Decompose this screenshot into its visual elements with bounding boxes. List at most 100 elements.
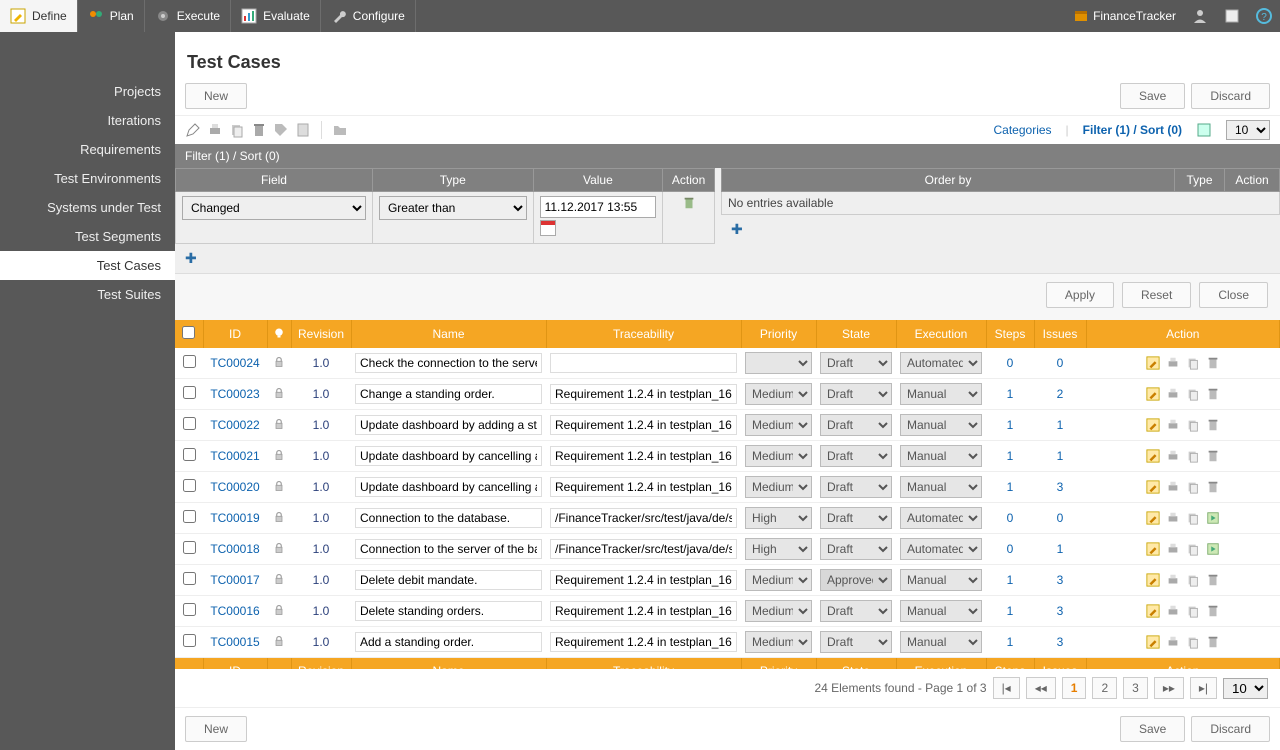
traceability-input[interactable] <box>550 601 737 621</box>
sidebar-item-test-cases[interactable]: Test Cases <box>0 251 175 280</box>
save-button[interactable]: Save <box>1120 83 1185 109</box>
row-checkbox[interactable] <box>183 603 196 616</box>
state-select[interactable]: Approved <box>820 569 892 591</box>
testcase-id-link[interactable]: TC00016 <box>210 604 259 618</box>
steps-count[interactable]: 1 <box>1007 449 1014 463</box>
row-copy-icon[interactable] <box>1185 417 1201 433</box>
row-copy-icon[interactable] <box>1185 541 1201 557</box>
row-print-icon[interactable] <box>1165 603 1181 619</box>
pager-prev[interactable]: ◂◂ <box>1026 677 1056 699</box>
tab-plan[interactable]: Plan <box>78 0 145 32</box>
row-print-icon[interactable] <box>1165 386 1181 402</box>
steps-count[interactable]: 0 <box>1007 511 1014 525</box>
issues-count[interactable]: 3 <box>1057 573 1064 587</box>
priority-select[interactable]: High <box>745 507 812 529</box>
export-icon[interactable] <box>1196 122 1212 138</box>
name-input[interactable] <box>355 415 542 435</box>
issues-count[interactable]: 1 <box>1057 418 1064 432</box>
steps-count[interactable]: 1 <box>1007 604 1014 618</box>
execution-select[interactable]: Manual <box>900 569 982 591</box>
row-checkbox[interactable] <box>183 479 196 492</box>
traceability-input[interactable] <box>550 446 737 466</box>
priority-select[interactable]: Medium <box>745 445 812 467</box>
priority-select[interactable]: Medium <box>745 476 812 498</box>
pager-last[interactable]: ▸| <box>1190 677 1217 699</box>
state-select[interactable]: Draft <box>820 414 892 436</box>
row-last-action-icon[interactable] <box>1205 417 1221 433</box>
row-last-action-icon[interactable] <box>1205 510 1221 526</box>
pager-page-2[interactable]: 2 <box>1092 677 1117 699</box>
row-edit-icon[interactable] <box>1145 572 1161 588</box>
help-icon-btn[interactable]: ? <box>1248 0 1280 32</box>
user-icon[interactable] <box>1184 0 1216 32</box>
issues-count[interactable]: 2 <box>1057 387 1064 401</box>
filter-field-select[interactable]: Changed <box>182 196 366 220</box>
row-checkbox[interactable] <box>183 510 196 523</box>
steps-count[interactable]: 1 <box>1007 387 1014 401</box>
row-checkbox[interactable] <box>183 386 196 399</box>
testcase-id-link[interactable]: TC00017 <box>210 573 259 587</box>
tab-define[interactable]: Define <box>0 0 78 32</box>
state-select[interactable]: Draft <box>820 538 892 560</box>
row-print-icon[interactable] <box>1165 417 1181 433</box>
tab-execute[interactable]: Execute <box>145 0 231 32</box>
filter-apply-button[interactable]: Apply <box>1046 282 1114 308</box>
state-select[interactable]: Draft <box>820 383 892 405</box>
row-copy-icon[interactable] <box>1185 386 1201 402</box>
traceability-input[interactable] <box>550 508 737 528</box>
row-last-action-icon[interactable] <box>1205 603 1221 619</box>
sidebar-item-iterations[interactable]: Iterations <box>0 106 175 135</box>
tab-configure[interactable]: Configure <box>321 0 416 32</box>
row-print-icon[interactable] <box>1165 479 1181 495</box>
testcase-id-link[interactable]: TC00020 <box>210 480 259 494</box>
col-action[interactable]: Action <box>1086 320 1280 348</box>
name-input[interactable] <box>355 632 542 652</box>
row-edit-icon[interactable] <box>1145 479 1161 495</box>
row-last-action-icon[interactable] <box>1205 479 1221 495</box>
issues-count[interactable]: 3 <box>1057 480 1064 494</box>
tab-evaluate[interactable]: Evaluate <box>231 0 321 32</box>
row-edit-icon[interactable] <box>1145 417 1161 433</box>
traceability-input[interactable] <box>550 353 737 373</box>
new-button-bottom[interactable]: New <box>185 716 247 742</box>
edit-icon[interactable] <box>185 122 201 138</box>
row-copy-icon[interactable] <box>1185 448 1201 464</box>
state-select[interactable]: Draft <box>820 476 892 498</box>
steps-count[interactable]: 0 <box>1007 356 1014 370</box>
col-id[interactable]: ID <box>203 320 267 348</box>
traceability-input[interactable] <box>550 384 737 404</box>
name-input[interactable] <box>355 446 542 466</box>
testcase-id-link[interactable]: TC00015 <box>210 635 259 649</box>
name-input[interactable] <box>355 601 542 621</box>
pager-page-3[interactable]: 3 <box>1123 677 1148 699</box>
execution-select[interactable]: Manual <box>900 476 982 498</box>
row-edit-icon[interactable] <box>1145 355 1161 371</box>
sidebar-item-systems-under-test[interactable]: Systems under Test <box>0 193 175 222</box>
pager-page-size[interactable]: 10 <box>1223 678 1268 699</box>
sidebar-item-projects[interactable]: Projects <box>0 77 175 106</box>
priority-select[interactable]: Medium <box>745 383 812 405</box>
tag-icon[interactable] <box>273 122 289 138</box>
priority-select[interactable]: High <box>745 538 812 560</box>
steps-count[interactable]: 0 <box>1007 542 1014 556</box>
name-input[interactable] <box>355 384 542 404</box>
row-edit-icon[interactable] <box>1145 541 1161 557</box>
issues-count[interactable]: 0 <box>1057 511 1064 525</box>
execution-select[interactable]: Automated <box>900 538 982 560</box>
state-select[interactable]: Draft <box>820 507 892 529</box>
add-orderby-icon[interactable]: ✚ <box>721 215 753 244</box>
filter-close-button[interactable]: Close <box>1199 282 1268 308</box>
row-last-action-icon[interactable] <box>1205 355 1221 371</box>
row-copy-icon[interactable] <box>1185 603 1201 619</box>
copy-icon[interactable] <box>229 122 245 138</box>
execution-select[interactable]: Automated <box>900 352 982 374</box>
testcase-id-link[interactable]: TC00022 <box>210 418 259 432</box>
issues-count[interactable]: 0 <box>1057 356 1064 370</box>
testcase-id-link[interactable]: TC00021 <box>210 449 259 463</box>
priority-select[interactable] <box>745 352 812 374</box>
col-name[interactable]: Name <box>351 320 546 348</box>
priority-select[interactable]: Medium <box>745 569 812 591</box>
name-input[interactable] <box>355 508 542 528</box>
page-size-select-top[interactable]: 10 <box>1226 120 1270 140</box>
row-edit-icon[interactable] <box>1145 603 1161 619</box>
